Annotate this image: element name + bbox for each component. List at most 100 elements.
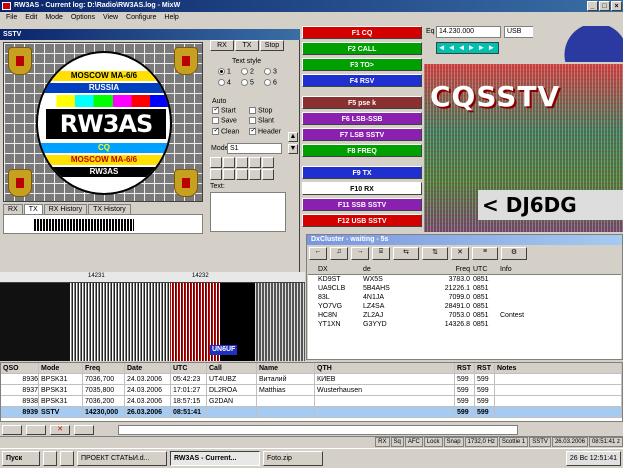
maximize-button[interactable]: □ <box>599 1 610 11</box>
log-entry-field[interactable] <box>118 424 518 435</box>
quicklaunch-icon[interactable] <box>43 451 57 466</box>
task-mixw[interactable]: RW3AS - Current... <box>170 451 260 466</box>
testcard-line1: MOSCOW MA-6/6 <box>38 71 170 81</box>
check-slant[interactable]: Slant <box>249 117 286 125</box>
task-word-doc[interactable]: ПРОЕКТ СТАТЬИ.d... <box>77 451 167 466</box>
frequency-field[interactable]: 14.230.000 <box>436 26 501 38</box>
announce-icon[interactable]: ≡ <box>472 247 498 260</box>
scroll-down-icon[interactable]: ▼ <box>288 144 298 154</box>
fkey-button-10[interactable]: F10 RX <box>302 182 422 195</box>
waterfall-display[interactable]: UN6UF <box>0 283 305 361</box>
dxcluster-row[interactable] <box>308 329 621 338</box>
dxcluster-cell <box>500 293 600 302</box>
dxcluster-cell: 0851 <box>473 294 489 301</box>
menu-configure[interactable]: Configure <box>122 12 160 23</box>
dxcluster-row[interactable]: HC8N ZL2AJ 7053.0 0851 Contest <box>308 311 621 320</box>
menu-help[interactable]: Help <box>160 12 182 23</box>
delete-qso-icon[interactable]: ✕ <box>50 424 70 435</box>
dxcluster-row[interactable]: UA9CLB 5B4AHS 21226.1 0851 <box>308 284 621 293</box>
tab-tx[interactable]: TX <box>23 204 43 214</box>
scroll-up-icon[interactable]: ▲ <box>288 132 298 142</box>
menu-file[interactable]: File <box>2 12 21 23</box>
fkey-button-1[interactable]: F1 CQ <box>302 26 422 39</box>
style-radio-6[interactable]: 6 <box>264 79 287 87</box>
log-cell: BPSK31 <box>39 396 83 406</box>
close-button[interactable]: × <box>611 1 622 11</box>
filter-icon[interactable]: ⌸ <box>372 247 390 260</box>
forward-icon[interactable]: → <box>351 247 369 260</box>
log-row[interactable]: 8937 BPSK31 7035,800 24.03.2006 17:01:27 DL2R… <box>1 385 622 396</box>
fkey-button-7[interactable]: F7 LSB SSTV <box>302 128 422 141</box>
menu-mode[interactable]: Mode <box>41 12 67 23</box>
connect-icon[interactable]: ⇆ <box>393 247 419 260</box>
tab-rx-history[interactable]: RX History <box>43 204 88 214</box>
check-header[interactable]: Header <box>249 126 286 135</box>
log-cell: 7036,200 <box>83 396 125 406</box>
fkey-button-9[interactable]: F9 TX <box>302 166 422 179</box>
log-row[interactable]: 8938 BPSK31 7036,200 24.03.2006 18:57:15 G2DA… <box>1 396 622 407</box>
dxcluster-row[interactable]: 83L 4N1JA 7099.0 0851 <box>308 293 621 302</box>
add-qso-icon[interactable] <box>2 424 22 435</box>
log-row[interactable]: 8939 SSTV 14230,000 26.03.2006 08:51:41 599 59… <box>1 407 622 418</box>
quicklaunch-icon[interactable] <box>60 451 74 466</box>
check-start[interactable]: Start <box>212 105 249 114</box>
radio-mode-select[interactable]: USB <box>504 26 534 38</box>
text-field[interactable] <box>210 192 286 232</box>
back-icon[interactable]: ← <box>309 247 327 260</box>
tool-new-icon[interactable] <box>223 157 235 168</box>
dxcluster-row[interactable]: YO7VG LZ4SA 28491.0 0851 <box>308 302 621 311</box>
tool-edit-icon[interactable] <box>236 169 248 180</box>
disconnect-icon[interactable]: ⇅ <box>422 247 448 260</box>
text-style-label: Text style <box>232 58 262 65</box>
fkey-button-3[interactable]: F3 TO> <box>302 58 422 71</box>
tool-save-icon[interactable] <box>249 157 261 168</box>
fkey-button-8[interactable]: F8 FREQ <box>302 144 422 157</box>
testcard-circle: MOSCOW MA-6/6 RUSSIA RW3AS CQ MOSCOW MA-… <box>36 51 172 195</box>
style-radio-2[interactable]: 2 <box>241 68 264 75</box>
menu-view[interactable]: View <box>99 12 122 23</box>
style-radio-4[interactable]: 4 <box>218 79 241 87</box>
tool-open-icon[interactable] <box>236 157 248 168</box>
check-stop[interactable]: Stop <box>249 107 286 114</box>
fkey-button-5[interactable]: F5 pse k <box>302 96 422 109</box>
dxcluster-row[interactable]: YT1XN G3YYD 14326.8 0851 <box>308 320 621 329</box>
menu-options[interactable]: Options <box>67 12 99 23</box>
clear-icon[interactable]: ✕ <box>451 247 469 260</box>
fkey-button-11[interactable]: F11 SSB SSTV <box>302 198 422 211</box>
log-cell <box>315 407 455 417</box>
settings-icon[interactable]: ⚙ <box>501 247 527 260</box>
headphones-icon[interactable]: ♫ <box>330 247 348 260</box>
style-radio-5[interactable]: 5 <box>241 79 264 87</box>
mode-select[interactable]: S1 <box>227 143 282 154</box>
start-button[interactable]: Пуск <box>2 451 40 466</box>
dxcluster-cell: 0851 <box>473 312 489 319</box>
minimize-button[interactable]: _ <box>587 1 598 11</box>
save-qso-icon[interactable] <box>74 424 94 435</box>
check-save[interactable]: Save <box>212 117 249 125</box>
menu-edit[interactable]: Edit <box>21 12 41 23</box>
tab-rx[interactable]: RX <box>3 204 23 214</box>
tool-folder-icon[interactable] <box>210 169 222 180</box>
dxcluster-row[interactable]: KD9ST WX5S 3783.0 0851 <box>308 275 621 284</box>
tool-color-icon[interactable] <box>249 169 261 180</box>
task-foto-zip[interactable]: Foto.zip <box>263 451 323 466</box>
style-radio-1[interactable]: 1 <box>218 68 241 75</box>
sstv-tx-button[interactable]: TX <box>235 40 259 51</box>
check-clean[interactable]: Clean <box>212 126 249 135</box>
fkey-button-2[interactable]: F2 CALL <box>302 42 422 55</box>
fkey-button-6[interactable]: F6 LSB-SSB <box>302 112 422 125</box>
tool-arrow-icon[interactable] <box>210 157 222 168</box>
style-radio-3[interactable]: 3 <box>264 68 287 75</box>
fkey-button-12[interactable]: F12 USB SSTV <box>302 214 422 227</box>
sstv-stop-button[interactable]: Stop <box>260 40 284 51</box>
tool-text-icon[interactable] <box>262 169 274 180</box>
tab-tx-history[interactable]: TX History <box>88 204 131 214</box>
system-clock: 26 Вс 12:51:41 <box>565 451 621 466</box>
sstv-rx-button[interactable]: RX <box>210 40 234 51</box>
log-row[interactable]: 8936 BPSK31 7036,700 24.03.2006 05:42:23 UT4U… <box>1 374 622 385</box>
edit-qso-icon[interactable] <box>26 424 46 435</box>
tool-image-icon[interactable] <box>223 169 235 180</box>
tuning-arrows[interactable]: ◄◄◄►►► <box>436 42 499 54</box>
tool-print-icon[interactable] <box>262 157 274 168</box>
fkey-button-4[interactable]: F4 RSV <box>302 74 422 87</box>
